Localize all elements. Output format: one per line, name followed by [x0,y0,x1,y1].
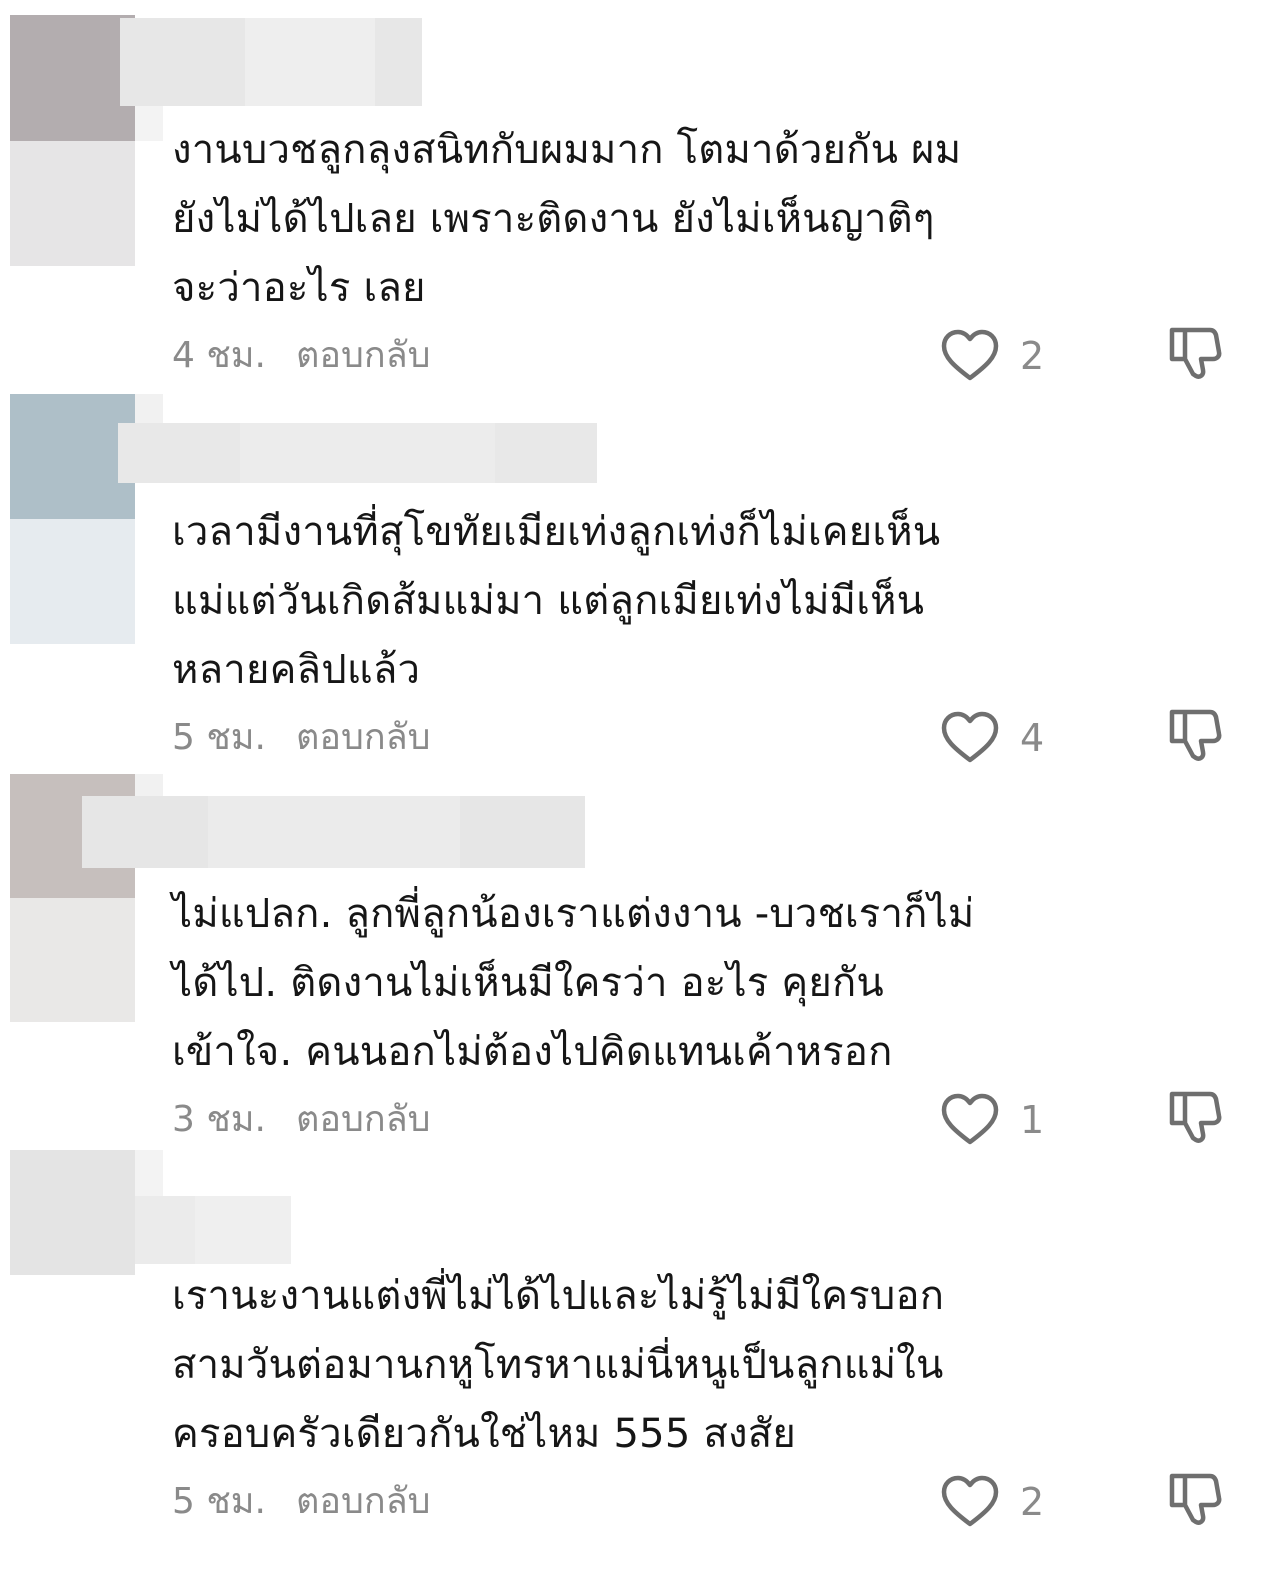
comment-text-line: แม่แต่วันเกิดส้มแม่มา แต่ลูกเมียเท่งไม่ม… [172,578,925,624]
avatar[interactable] [10,15,135,141]
avatar-blurred-lower [10,898,135,1022]
comment-text: งานบวชลูกลุงสนิทกับผมมาก โตมาด้วยกัน ผม … [172,116,1132,323]
dislike-button[interactable] [1166,324,1226,384]
comment-text-line: ครอบครัวเดียวกันใช่ไหม 555 สงสัย [172,1411,796,1457]
heart-icon [941,711,999,763]
comment-text-line: งานบวชลูกลุงสนิทกับผมมาก โตมาด้วยกัน ผม [172,127,962,173]
comment-time: 5 ชม. [172,1481,266,1522]
comment-item: เวลามีงานที่สุโขทัยเมียเท่งลูกเท่งก็ไม่เ… [0,392,1280,774]
username-blurred-segment [208,796,460,868]
like-count: 2 [1020,1480,1045,1524]
comment-text-line: สามวันต่อมานกหูโทรหาแม่นี่หนูเป็นลูกแม่ใ… [172,1342,944,1388]
like-count: 1 [1020,1098,1045,1142]
comment-meta: 4 ชม. ตอบกลับ [172,334,431,378]
username-blurred-segment [195,1196,291,1264]
comment-text-line: ไม่แปลก. ลูกพี่ลูกน้องเราแต่งงาน -บวชเรา… [172,891,975,937]
like-count: 4 [1020,716,1045,760]
like-button[interactable]: 4 [940,708,1060,768]
username-blurred-segment [240,423,495,483]
reply-button[interactable]: ตอบกลับ [296,1098,431,1142]
comment-text-line: เข้าใจ. คนนอกไม่ต้องไปคิดแทนเค้าหรอก [172,1029,893,1075]
comment-text: ไม่แปลก. ลูกพี่ลูกน้องเราแต่งงาน -บวชเรา… [172,880,1132,1087]
comment-time: 5 ชม. [172,717,266,758]
reply-button[interactable]: ตอบกลับ [296,334,431,378]
heart-icon [941,1093,999,1145]
dislike-button[interactable] [1166,1088,1226,1148]
comment-item: ไม่แปลก. ลูกพี่ลูกน้องเราแต่งงาน -บวชเรา… [0,774,1280,1150]
like-count: 2 [1020,334,1045,378]
heart-icon [941,329,999,381]
avatar-blurred-lower [10,141,135,266]
divider-blur [135,394,163,423]
avatar-blurred-lower [10,519,135,644]
comment-text-line: จะว่าอะไร เลย [172,265,426,311]
comment-text-line: ยังไม่ได้ไปเลย เพราะติดงาน ยังไม่เห็นญาต… [172,196,935,242]
thumbs-down-icon [1169,327,1222,379]
thumbs-down-icon [1169,709,1222,761]
comment-time: 4 ชม. [172,335,266,376]
username-blurred-segment [245,18,375,106]
divider-blur [135,106,163,141]
comment-meta: 3 ชม. ตอบกลับ [172,1098,431,1142]
divider-blur [135,774,163,796]
divider-blur [135,1150,163,1196]
dislike-button[interactable] [1166,1470,1226,1530]
reply-button[interactable]: ตอบกลับ [296,716,431,760]
comment-meta: 5 ชม. ตอบกลับ [172,1480,431,1524]
comment-time: 3 ชม. [172,1099,266,1140]
dislike-button[interactable] [1166,706,1226,766]
comment-text-line: เวลามีงานที่สุโขทัยเมียเท่งลูกเท่งก็ไม่เ… [172,509,941,555]
thumbs-down-icon [1169,1091,1222,1143]
thumbs-down-icon [1169,1473,1222,1525]
comment-text: เรานะงานแต่งพี่ไม่ได้ไปและไม่รู้ไม่มีใคร… [172,1262,1132,1469]
heart-icon [941,1475,999,1527]
avatar[interactable] [10,1150,135,1275]
avatar[interactable] [10,394,135,519]
comment-text-line: ได้ไป. ติดงานไม่เห็นมีใครว่า อะไร คุยกัน [172,960,884,1006]
comment-meta: 5 ชม. ตอบกลับ [172,716,431,760]
reply-button[interactable]: ตอบกลับ [296,1480,431,1524]
like-button[interactable]: 2 [940,326,1060,386]
comment-item: งานบวชลูกลุงสนิทกับผมมาก โตมาด้วยกัน ผม … [0,0,1280,392]
comment-text-line: หลายคลิปแล้ว [172,647,421,693]
like-button[interactable]: 2 [940,1472,1060,1532]
comment-item: เรานะงานแต่งพี่ไม่ได้ไปและไม่รู้ไม่มีใคร… [0,1150,1280,1576]
comment-text-line: เรานะงานแต่งพี่ไม่ได้ไปและไม่รู้ไม่มีใคร… [172,1273,945,1319]
like-button[interactable]: 1 [940,1090,1060,1150]
comment-text: เวลามีงานที่สุโขทัยเมียเท่งลูกเท่งก็ไม่เ… [172,498,1132,705]
